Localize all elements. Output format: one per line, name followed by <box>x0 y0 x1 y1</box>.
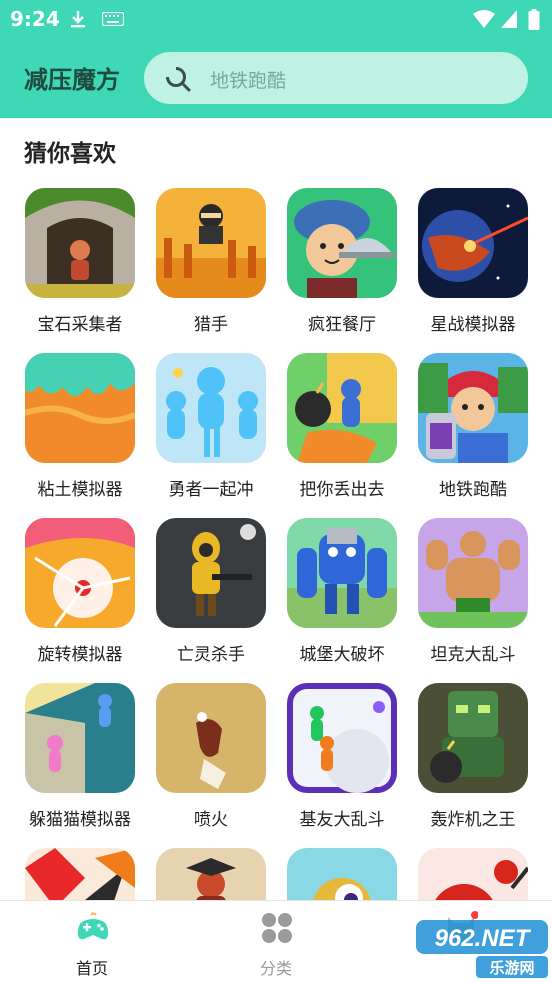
game-item[interactable]: 猎手 <box>146 188 276 348</box>
category-grid-icon <box>262 913 292 943</box>
bomber-icon <box>418 683 528 793</box>
download-icon <box>71 11 85 28</box>
search-box[interactable]: 地铁跑酷 <box>144 52 528 104</box>
game-label: 喷火 <box>194 810 228 830</box>
game-item[interactable] <box>408 848 538 900</box>
bomb-throw-icon <box>287 353 397 463</box>
game-item[interactable]: 粘土模拟器 <box>15 353 145 513</box>
game-label: 星战模拟器 <box>430 315 516 335</box>
game-item[interactable]: 轰炸机之王 <box>408 683 538 843</box>
spinner-icon <box>25 518 135 628</box>
game-label: 宝石采集者 <box>37 315 123 335</box>
game-label: 猎手 <box>194 315 228 335</box>
game-label: 亡灵杀手 <box>177 645 245 665</box>
muscle-man-icon <box>418 518 528 628</box>
game-item[interactable]: 宝石采集者 <box>15 188 145 348</box>
blue-runners-icon <box>156 353 266 463</box>
game-item[interactable]: 基友大乱斗 <box>277 683 407 843</box>
game-item[interactable] <box>146 848 276 900</box>
snowball-icon <box>287 683 397 793</box>
site-watermark: 962.NET 乐游网 <box>416 920 548 978</box>
game-label: 基友大乱斗 <box>299 810 385 830</box>
status-bar: 9:24 <box>0 0 552 38</box>
game-item[interactable]: 躲猫猫模拟器 <box>15 683 145 843</box>
game-item[interactable]: 把你丢出去 <box>277 353 407 513</box>
tab-category-label: 分类 <box>259 959 292 978</box>
planet-icon <box>418 188 528 298</box>
fire-breath-icon <box>156 683 266 793</box>
game-item[interactable]: 城堡大破坏 <box>277 518 407 678</box>
tab-home[interactable]: 首页 <box>0 901 184 984</box>
watermark-line1: 962.NET <box>435 925 532 952</box>
chef-icon <box>287 188 397 298</box>
game-label: 躲猫猫模拟器 <box>29 810 131 830</box>
section-title: 猜你喜欢 <box>24 141 116 167</box>
keyboard-icon <box>102 12 124 26</box>
search-placeholder: 地铁跑酷 <box>210 70 287 92</box>
red-blob-icon <box>418 848 528 900</box>
game-label: 粘土模拟器 <box>37 480 123 500</box>
hazmat-gunner-icon <box>156 518 266 628</box>
status-time: 9:24 <box>10 7 60 31</box>
game-label: 坦克大乱斗 <box>430 645 516 665</box>
tab-category[interactable]: 分类 <box>184 901 368 984</box>
game-label: 轰炸机之王 <box>430 810 516 830</box>
ninja-icon <box>156 188 266 298</box>
warrior-icon <box>156 848 266 900</box>
game-label: 疯狂餐厅 <box>308 315 376 335</box>
game-item[interactable]: 喷火 <box>146 683 276 843</box>
eye-ball-icon <box>287 848 397 900</box>
app-bar: 减压魔方 地铁跑酷 <box>0 38 552 118</box>
search-icon <box>165 66 191 92</box>
game-item[interactable]: 旋转模拟器 <box>15 518 145 678</box>
signal-icon <box>501 10 517 28</box>
blue-robot-icon <box>287 518 397 628</box>
app-title: 减压魔方 <box>24 66 120 94</box>
game-label: 地铁跑酷 <box>439 480 507 500</box>
game-item[interactable]: 坦克大乱斗 <box>408 518 538 678</box>
game-label: 旋转模拟器 <box>37 645 123 665</box>
jungle-cave-icon <box>25 188 135 298</box>
game-label: 把你丢出去 <box>299 480 385 500</box>
tab-home-label: 首页 <box>75 959 108 978</box>
game-grid: 宝石采集者 猎手 疯狂餐厅 星战模拟器粘土模拟器 勇者一起冲 把你丢出去 地铁跑酷旋转模拟器… <box>0 188 552 900</box>
clay-icon <box>25 353 135 463</box>
subway-runner-icon <box>418 353 528 463</box>
game-item[interactable]: 勇者一起冲 <box>146 353 276 513</box>
game-label: 城堡大破坏 <box>299 645 385 665</box>
game-item[interactable]: 疯狂餐厅 <box>277 188 407 348</box>
gamepad-icon <box>78 912 108 940</box>
game-item[interactable] <box>277 848 407 900</box>
watermark-line2: 乐游网 <box>489 959 534 977</box>
battery-icon <box>528 9 540 30</box>
explosion-icon <box>25 848 135 900</box>
game-item[interactable]: 星战模拟器 <box>408 188 538 348</box>
game-item[interactable]: 亡灵杀手 <box>146 518 276 678</box>
game-item[interactable]: 地铁跑酷 <box>408 353 538 513</box>
wifi-icon <box>473 10 495 28</box>
game-label: 勇者一起冲 <box>168 480 254 500</box>
game-item[interactable] <box>15 848 145 900</box>
hide-seek-icon <box>25 683 135 793</box>
